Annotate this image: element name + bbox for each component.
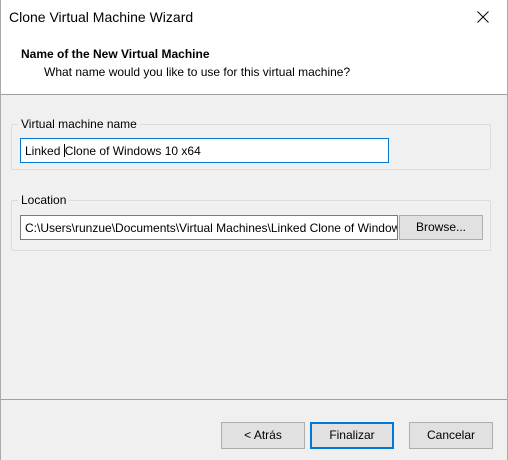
close-button[interactable] (461, 0, 507, 34)
browse-button[interactable]: Browse... (399, 215, 483, 240)
vm-name-label: Virtual machine name (18, 117, 140, 131)
cancel-button[interactable]: Cancelar (409, 422, 493, 449)
vm-name-text-before-caret: Linked (25, 144, 64, 158)
wizard-content: Virtual machine name Linked Clone of Win… (1, 95, 507, 399)
close-icon (477, 11, 489, 23)
page-subtitle: What name would you like to use for this… (44, 65, 351, 79)
window-title: Clone Virtual Machine Wizard (9, 9, 194, 25)
vm-name-input[interactable]: Linked Clone of Windows 10 x64 (20, 138, 389, 163)
wizard-footer: < Atrás Finalizar Cancelar (1, 399, 507, 460)
finish-button[interactable]: Finalizar (310, 422, 394, 449)
location-group: Location C:\Users\runzue\Documents\Virtu… (11, 193, 491, 251)
location-label: Location (18, 193, 70, 207)
vm-name-text-after-caret: Clone of Windows 10 x64 (64, 144, 201, 158)
back-button[interactable]: < Atrás (221, 422, 305, 449)
page-title: Name of the New Virtual Machine (21, 47, 210, 61)
title-bar: Clone Virtual Machine Wizard (1, 0, 507, 36)
location-input[interactable]: C:\Users\runzue\Documents\Virtual Machin… (20, 215, 398, 240)
wizard-window: Clone Virtual Machine Wizard Name of the… (0, 0, 508, 460)
vm-name-group: Virtual machine name Linked Clone of Win… (11, 117, 491, 170)
wizard-header: Name of the New Virtual Machine What nam… (1, 36, 507, 95)
